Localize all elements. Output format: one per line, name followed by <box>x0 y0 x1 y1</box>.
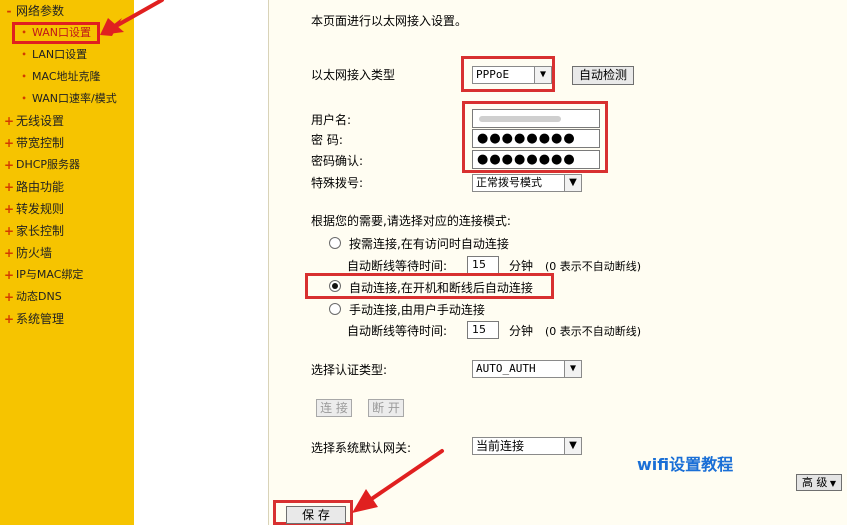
sidebar-item-firewall[interactable]: + 防火墙 <box>0 243 134 263</box>
sidebar-item-label: 带宽控制 <box>16 136 65 150</box>
advanced-button[interactable]: 高 级 ▼ <box>796 474 842 491</box>
expand-icon: + <box>4 224 15 238</box>
wan-settings-panel: 本页面进行以太网接入设置。 以太网接入类型 PPPoE ▼ 自动检测 用户名: … <box>268 0 847 525</box>
idle-time-label: 自动断线等待时间: <box>347 259 448 273</box>
chevron-down-icon: ▼ <box>564 175 581 191</box>
sidebar-item-ip-mac-binding[interactable]: + IP与MAC绑定 <box>0 265 134 285</box>
mode-on-demand-radio[interactable] <box>329 237 341 249</box>
idle-unit-2: 分钟 <box>509 324 534 338</box>
sidebar-item-wireless[interactable]: + 无线设置 <box>0 111 134 131</box>
chevron-down-icon: ▼ <box>534 67 551 83</box>
mode-prompt: 根据您的需要,请选择对应的连接模式: <box>311 214 511 228</box>
save-button[interactable]: 保 存 <box>286 506 346 524</box>
sidebar-item-label: 家长控制 <box>16 224 65 238</box>
page-intro: 本页面进行以太网接入设置。 <box>311 14 468 28</box>
sidebar-item-label: 网络参数 <box>16 4 65 18</box>
idle-time-label-2: 自动断线等待时间: <box>347 324 448 338</box>
chevron-down-icon: ▼ <box>564 438 581 454</box>
gateway-value: 当前连接 <box>476 439 525 453</box>
expand-icon: + <box>4 312 15 326</box>
sidebar-nav: - 网络参数 • WAN口设置 • LAN口设置 • MAC地址克隆 • WAN… <box>0 0 134 525</box>
sidebar-item-label: 转发规则 <box>16 202 65 216</box>
sidebar-item-ddns[interactable]: + 动态DNS <box>0 287 134 307</box>
expand-icon: + <box>4 158 15 172</box>
wan-highlight-box <box>12 22 100 44</box>
expand-icon: + <box>4 180 15 194</box>
sidebar-item-lan[interactable]: • LAN口设置 <box>0 45 134 65</box>
idle-time-input-1[interactable]: 15 <box>467 256 499 274</box>
sidebar-item-routing[interactable]: + 路由功能 <box>0 177 134 197</box>
auth-type-select[interactable]: AUTO_AUTH ▼ <box>472 360 582 378</box>
sidebar-item-system[interactable]: + 系统管理 <box>0 309 134 329</box>
gateway-select[interactable]: 当前连接 ▼ <box>472 437 582 455</box>
sidebar-item-label: 防火墙 <box>16 246 53 260</box>
gateway-label: 选择系统默认网关: <box>311 441 412 455</box>
sidebar-item-bandwidth[interactable]: + 带宽控制 <box>0 133 134 153</box>
sidebar-item-parental[interactable]: + 家长控制 <box>0 221 134 241</box>
blank-panel <box>134 0 268 525</box>
sidebar-item-label: 系统管理 <box>16 312 65 326</box>
special-dial-label: 特殊拨号: <box>311 176 364 190</box>
conn-type-select[interactable]: PPPoE ▼ <box>472 66 552 84</box>
sidebar-item-dhcp[interactable]: + DHCP服务器 <box>0 155 134 175</box>
special-dial-select[interactable]: 正常拨号模式 ▼ <box>472 174 582 192</box>
password-confirm-input[interactable]: ●●●●●●●● <box>472 150 600 169</box>
sidebar-item-label: DHCP服务器 <box>16 158 81 171</box>
auto-detect-button[interactable]: 自动检测 <box>572 66 634 85</box>
sidebar-item-forwarding[interactable]: + 转发规则 <box>0 199 134 219</box>
mode-auto-radio[interactable] <box>329 280 341 292</box>
sidebar-item-label: LAN口设置 <box>32 48 88 61</box>
mode-auto-label: 自动连接,在开机和断线后自动连接 <box>349 281 533 295</box>
sidebar-item-label: 路由功能 <box>16 180 65 194</box>
disconnect-button[interactable]: 断 开 <box>368 399 404 417</box>
mode-on-demand-label: 按需连接,在有访问时自动连接 <box>349 237 509 251</box>
bullet-icon: • <box>21 50 27 59</box>
sidebar-item-network-params[interactable]: - 网络参数 <box>0 1 134 21</box>
password-input[interactable]: ●●●●●●●● <box>472 129 600 148</box>
expand-icon: + <box>4 114 15 128</box>
conn-type-label: 以太网接入类型 <box>311 68 396 82</box>
special-dial-value: 正常拨号模式 <box>476 176 542 189</box>
sidebar-item-label: IP与MAC绑定 <box>16 268 84 281</box>
idle-unit: 分钟 <box>509 259 534 273</box>
expand-icon: + <box>4 246 15 260</box>
sidebar-item-wan-speed[interactable]: • WAN口速率/模式 <box>0 89 134 109</box>
collapse-icon: - <box>6 4 12 18</box>
password-confirm-label: 密码确认: <box>311 154 364 168</box>
blurred-username <box>479 116 561 122</box>
username-input[interactable] <box>472 109 600 128</box>
expand-icon: + <box>4 136 15 150</box>
bullet-icon: • <box>21 72 27 81</box>
mode-manual-radio[interactable] <box>329 303 341 315</box>
caret-down-icon: ▼ <box>827 479 837 488</box>
expand-icon: + <box>4 202 15 216</box>
idle-time-input-2[interactable]: 15 <box>467 321 499 339</box>
sidebar-item-label: WAN口速率/模式 <box>32 92 117 105</box>
conn-type-value: PPPoE <box>476 68 510 81</box>
auth-type-label: 选择认证类型: <box>311 363 388 377</box>
idle-hint-2: (0 表示不自动断线) <box>545 325 642 338</box>
username-label: 用户名: <box>311 113 352 127</box>
expand-icon: + <box>4 290 15 304</box>
sidebar-item-mac-clone[interactable]: • MAC地址克隆 <box>0 67 134 87</box>
bullet-icon: • <box>21 94 27 103</box>
password-label: 密 码: <box>311 133 343 147</box>
sidebar-item-label: 无线设置 <box>16 114 65 128</box>
expand-icon: + <box>4 268 15 282</box>
watermark-text: wifi设置教程 <box>637 455 734 474</box>
mode-manual-label: 手动连接,由用户手动连接 <box>349 303 485 317</box>
sidebar-item-label: 动态DNS <box>16 290 62 303</box>
sidebar-item-label: MAC地址克隆 <box>32 70 101 83</box>
idle-hint: (0 表示不自动断线) <box>545 260 642 273</box>
auth-type-value: AUTO_AUTH <box>476 362 536 375</box>
connect-button[interactable]: 连 接 <box>316 399 352 417</box>
chevron-down-icon: ▼ <box>564 361 581 377</box>
advanced-label: 高 级 <box>801 476 828 489</box>
